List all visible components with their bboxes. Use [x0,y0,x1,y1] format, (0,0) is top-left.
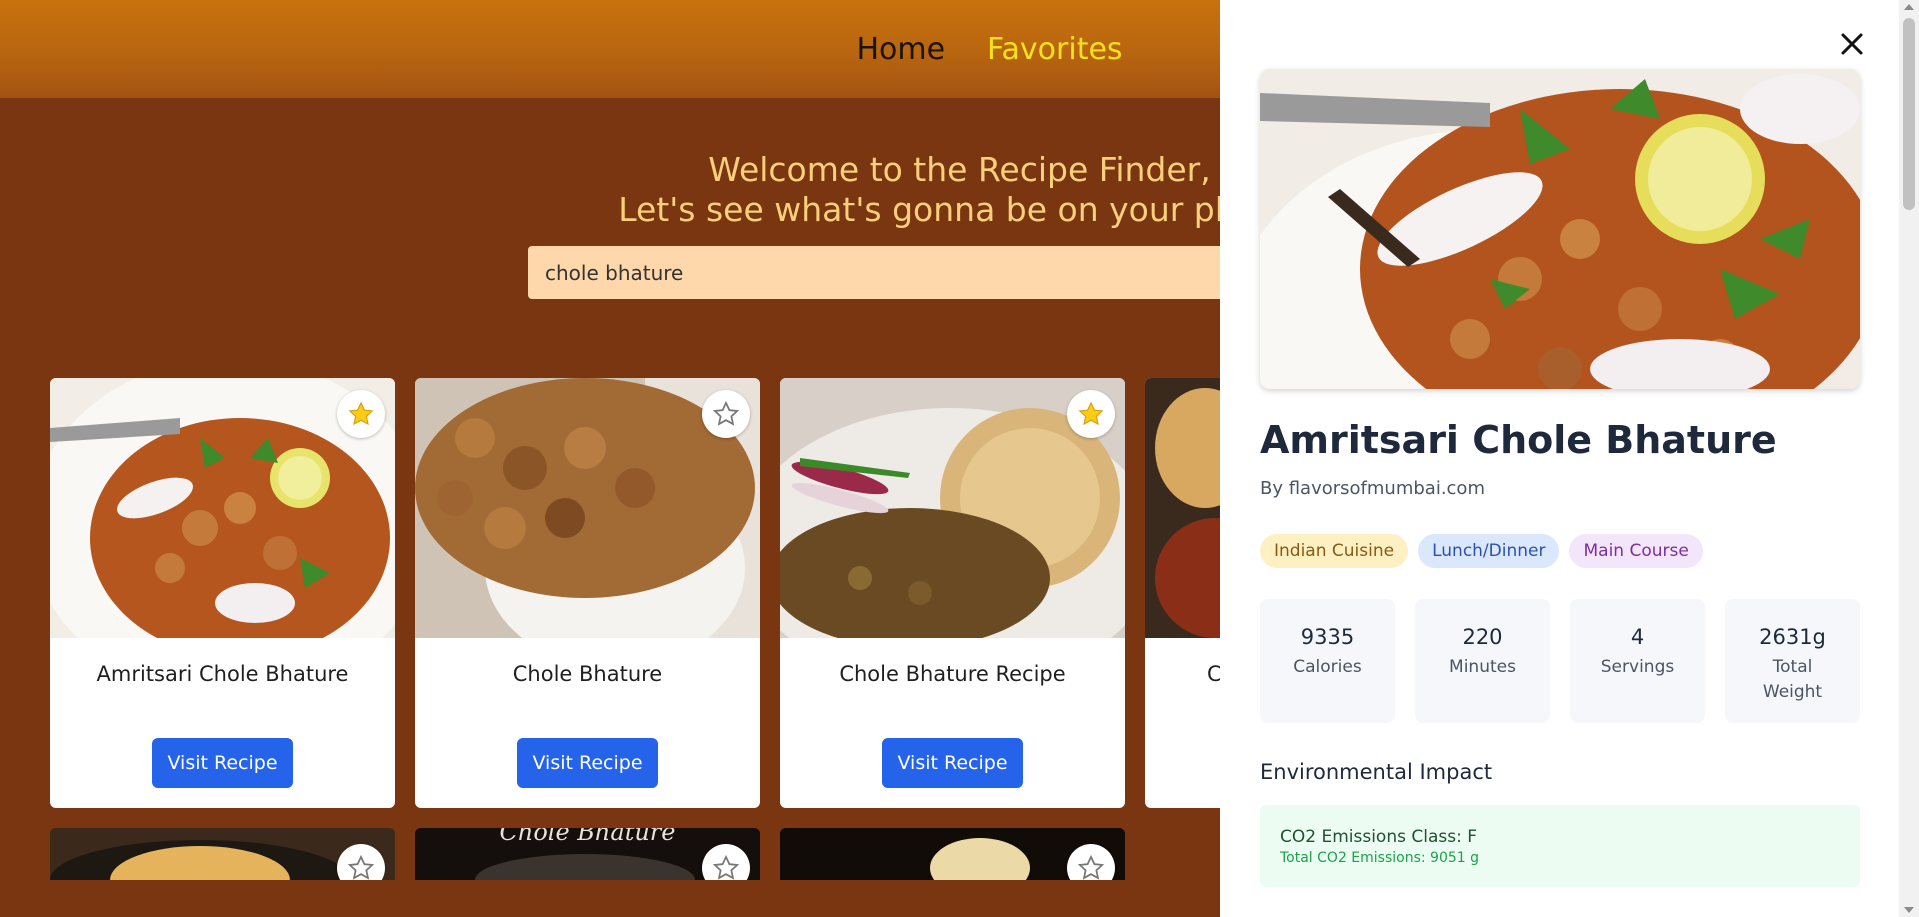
nav-home-link[interactable]: Home [856,32,945,67]
visit-recipe-button[interactable]: Visit Recipe [882,738,1023,788]
recipe-title: Amritsari Chole Bhature [1260,418,1777,462]
favorite-toggle-button[interactable] [337,390,385,438]
star-outline-icon [347,854,375,880]
visit-recipe-button[interactable]: Visit Recipe [152,738,293,788]
environmental-impact-box: CO2 Emissions Class: F Total CO2 Emissio… [1260,805,1860,887]
recipe-source: By flavorsofmumbai.com [1260,478,1485,499]
recipe-card [780,828,1125,880]
stat-label: Calories [1293,657,1362,677]
stat-servings: 4 Servings [1570,599,1705,723]
recipe-card-title: Chole Bhature [512,662,663,686]
recipe-card [50,828,395,880]
scrollbar-thumb[interactable] [1903,18,1915,210]
stat-value: 220 [1462,625,1503,649]
scroll-down-arrow-icon[interactable] [1904,907,1914,913]
cuisine-tag: Indian Cuisine [1260,534,1409,568]
star-filled-icon [348,401,374,426]
recipe-hero-image [1260,69,1860,389]
recipe-card: Chole Bhature Visit Recipe [415,378,760,808]
star-outline-icon [712,400,740,426]
favorite-toggle-button[interactable] [702,390,750,438]
co2-emissions-total: Total CO2 Emissions: 9051 g [1280,850,1480,866]
recipe-card-title: Amritsari Chole Bhature [96,662,349,686]
recipe-card: Amritsari Chole Bhature Visit Recipe [50,378,395,808]
stat-label: Total Weight [1762,657,1823,702]
recipe-card: Chole Bhature [415,828,760,880]
stat-calories: 9335 Calories [1260,599,1395,723]
recipe-detail-drawer: Amritsari Chole Bhature By flavorsofmumb… [1220,0,1899,917]
recipe-tags: Indian Cuisine Lunch/Dinner Main Course [1260,534,1703,568]
star-outline-icon [712,854,740,880]
stat-value: 2631g [1759,625,1826,649]
favorite-toggle-button[interactable] [1067,390,1115,438]
environmental-impact-heading: Environmental Impact [1260,760,1493,784]
meal-type-tag: Lunch/Dinner [1418,534,1560,568]
drawer-scrollbar[interactable] [1899,0,1919,917]
co2-emissions-class: CO2 Emissions Class: F [1280,827,1478,847]
stat-value: 4 [1630,625,1645,649]
nav-favorites-link[interactable]: Favorites [987,32,1123,67]
stat-minutes: 220 Minutes [1415,599,1550,723]
recipe-card: Chole Bhature Recipe Visit Recipe [780,378,1125,808]
star-outline-icon [1077,854,1105,880]
recipe-card-title: Chole Bhature Recipe [839,662,1066,686]
stat-label: Minutes [1449,657,1516,677]
stat-value: 9335 [1300,625,1355,649]
close-icon[interactable] [1836,28,1868,60]
stat-label: Servings [1600,657,1675,677]
recipe-image-caption: Chole Bhature [499,828,676,846]
star-filled-icon [1078,401,1104,426]
visit-recipe-button[interactable]: Visit Recipe [517,738,658,788]
scroll-up-arrow-icon[interactable] [1904,4,1914,10]
dish-type-tag: Main Course [1569,534,1703,568]
recipe-stats: 9335 Calories 220 Minutes 4 Servings 263… [1260,599,1860,723]
stat-total-weight: 2631g Total Weight [1725,599,1860,723]
